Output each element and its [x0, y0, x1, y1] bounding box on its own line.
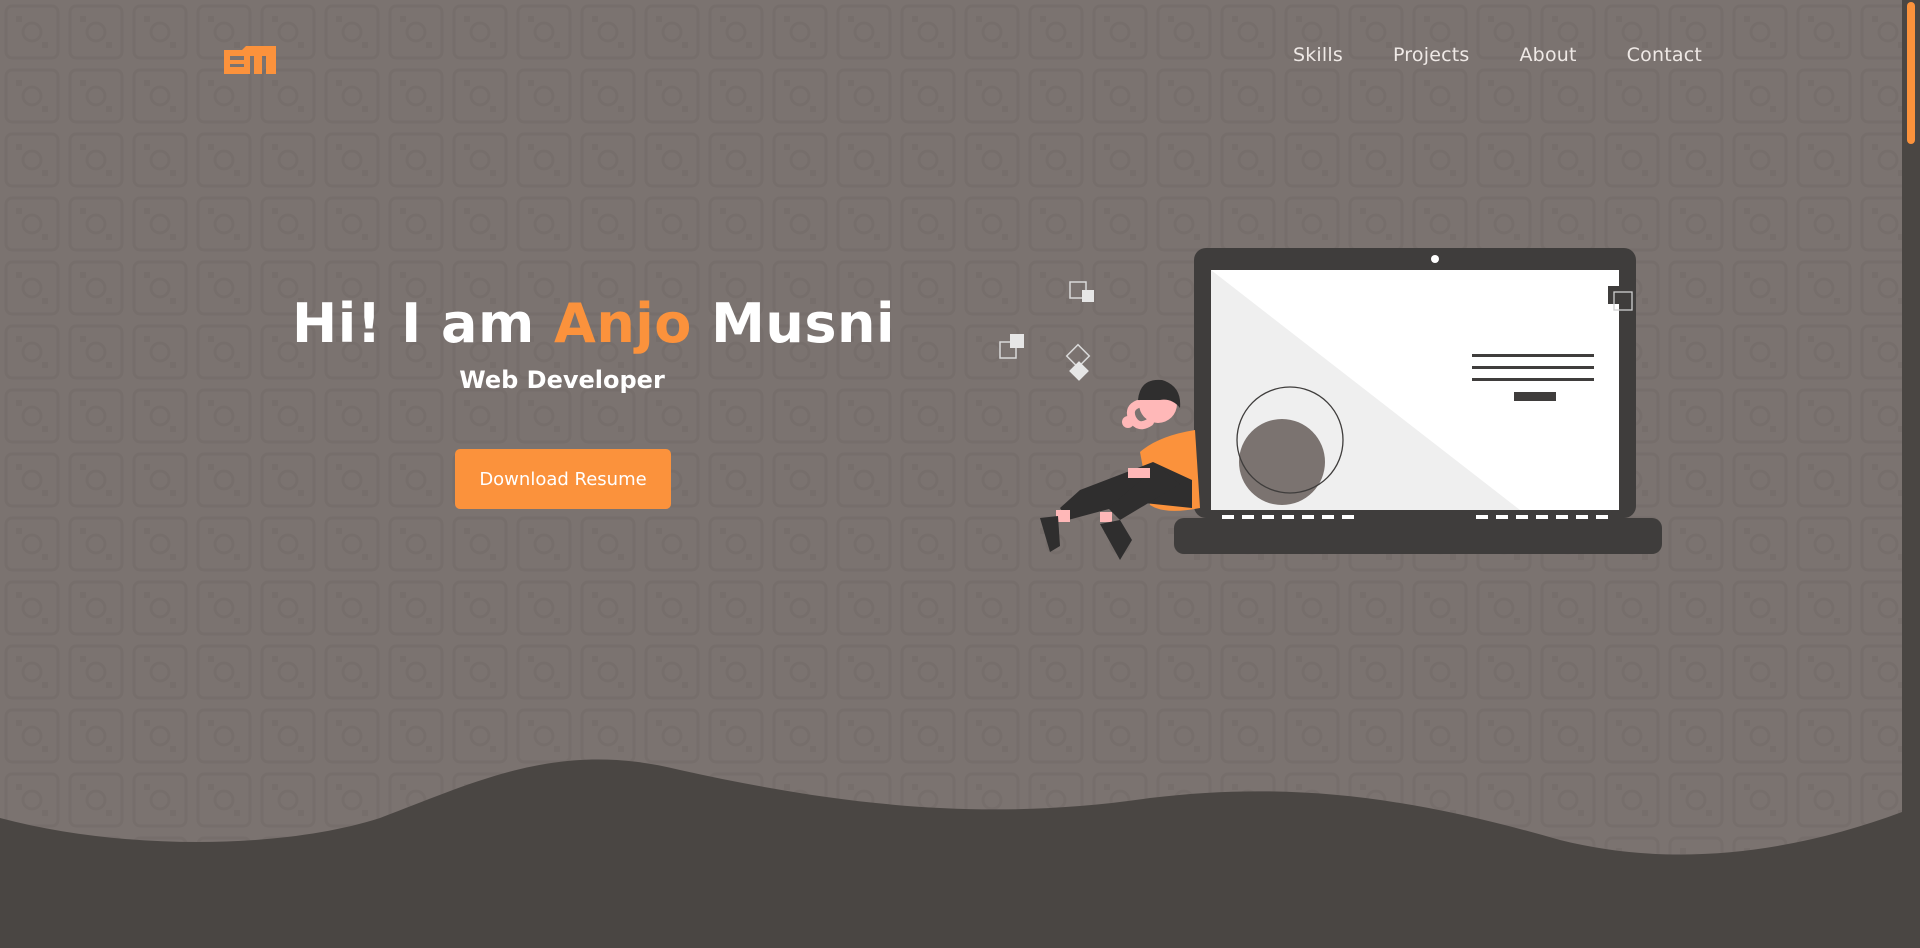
nav-link-about[interactable]: About — [1519, 44, 1576, 66]
hero-first-name: Anjo — [554, 292, 692, 355]
scrollbar-thumb[interactable] — [1907, 2, 1915, 144]
em-monogram-logo-icon[interactable] — [222, 42, 278, 76]
main-nav: Skills Projects About Contact — [1293, 44, 1702, 66]
floating-squares-icon — [999, 281, 1094, 381]
hero-subtitle: Web Developer — [459, 366, 665, 394]
hero-greeting: Hi! I am — [292, 292, 555, 355]
nav-link-skills[interactable]: Skills — [1293, 44, 1343, 66]
nav-link-contact[interactable]: Contact — [1627, 44, 1702, 66]
hero-last-name: Musni — [691, 292, 895, 355]
page-scrollbar[interactable] — [1902, 0, 1920, 948]
download-resume-button[interactable]: Download Resume — [455, 449, 671, 509]
laptop-icon — [1174, 248, 1662, 554]
wave-divider — [0, 759, 1902, 948]
nav-link-projects[interactable]: Projects — [1393, 44, 1470, 66]
developer-with-laptop-illustration-icon — [999, 248, 1662, 560]
hero-title: Hi! I am Anjo Musni — [292, 292, 894, 355]
